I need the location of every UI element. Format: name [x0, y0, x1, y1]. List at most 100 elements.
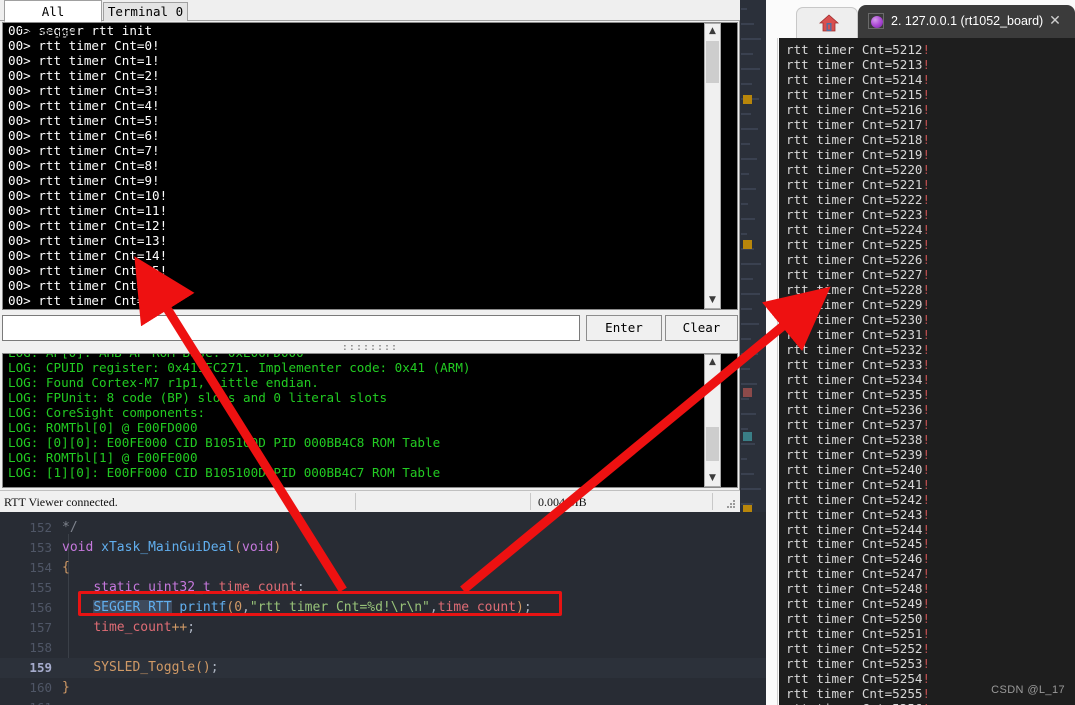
minimap-line [741, 38, 761, 40]
log-scroll-up-icon[interactable]: ▲ [705, 355, 720, 370]
tab-ssh-session[interactable]: 2. 127.0.0.1 (rt1052_board) ✕ [858, 5, 1075, 38]
enter-button[interactable]: Enter [586, 315, 662, 341]
ssh-sidebar[interactable] [766, 38, 778, 705]
log-line-list: LOG: AP[0]: AHB-AP ROM Base: 0xE00FD000L… [3, 354, 737, 480]
terminal-tabbar: All Terminals Terminal 0 [0, 0, 740, 40]
rtt-viewer-window: All Terminals Terminal 0 00> segger rtt … [0, 0, 740, 512]
minimap-line [741, 458, 747, 460]
line-number: 159 [29, 660, 52, 675]
minimap-line [741, 473, 754, 475]
terminal-line: 00> rtt timer Cnt=14! [8, 248, 168, 263]
code-line[interactable]: 157 time_count++; [0, 618, 766, 638]
ssh-terminal-line: rtt timer Cnt=5224! [786, 221, 931, 237]
ssh-terminal-line: rtt timer Cnt=5215! [786, 86, 931, 102]
code-text: */ [62, 520, 78, 535]
status-connection: RTT Viewer connected. [4, 495, 118, 509]
code-line[interactable]: 161 [0, 698, 766, 705]
terminal-line: 00> rtt timer Cnt=15! [8, 263, 168, 278]
close-icon[interactable]: ✕ [1047, 13, 1063, 29]
ssh-terminal-line: rtt timer Cnt=5216! [786, 101, 931, 117]
log-scroll-down-icon[interactable]: ▼ [705, 471, 720, 486]
minimap-line [741, 353, 758, 355]
ssh-terminal-line: rtt timer Cnt=5219! [786, 146, 931, 162]
ssh-terminal-line: rtt timer Cnt=5217! [786, 116, 931, 132]
tab-home[interactable] [796, 7, 858, 38]
ssh-terminal-line: rtt timer Cnt=5243! [786, 506, 931, 522]
ssh-titlebar: 2. 127.0.0.1 (rt1052_board) ✕ [766, 0, 1075, 38]
terminal-output[interactable]: 00> segger rtt init00> rtt timer Cnt=0! 0… [2, 22, 738, 310]
code-line[interactable]: 160} [0, 678, 766, 698]
tab-all-terminals[interactable]: All Terminals [4, 0, 102, 40]
line-number: 155 [29, 580, 52, 595]
ssh-terminal-line: rtt timer Cnt=5231! [786, 326, 931, 342]
tab-terminal-0[interactable]: Terminal 0 [103, 2, 188, 21]
minimap-line [741, 233, 747, 235]
scroll-down-icon[interactable]: ▼ [705, 293, 720, 308]
code-line[interactable]: 152 */ [0, 518, 766, 538]
panel-splitter-handle[interactable]: :::::::: [2, 343, 738, 353]
minimap-line [741, 218, 755, 220]
ssh-terminal-line: rtt timer Cnt=5218! [786, 131, 931, 147]
line-number: 153 [29, 540, 52, 555]
code-text: SYSLED_Toggle(); [93, 660, 219, 675]
ssh-line-list: rtt timer Cnt=5212! rtt timer Cnt=5213! rt… [779, 42, 1075, 705]
ssh-terminal-line: rtt timer Cnt=5228! [786, 281, 931, 297]
command-input[interactable] [2, 315, 580, 341]
minimap-line [741, 203, 748, 205]
log-line: LOG: Found Cortex-M7 r1p1, Little endian… [8, 375, 319, 390]
scroll-up-icon[interactable]: ▲ [705, 24, 720, 39]
line-number: 152 [29, 520, 52, 535]
ssh-terminal-line: rtt timer Cnt=5239! [786, 446, 931, 462]
code-text: { [62, 560, 70, 575]
terminal-line: 00> rtt timer Cnt=10! [8, 188, 168, 203]
ssh-terminal-line: rtt timer Cnt=5250! [786, 611, 931, 627]
line-number: 160 [29, 680, 52, 695]
log-scrollbar[interactable]: ▲ ▼ [704, 354, 721, 487]
ssh-terminal-line: rtt timer Cnt=5248! [786, 581, 931, 597]
terminal-line: 00> rtt timer Cnt=8! [8, 158, 160, 173]
minimap-line [741, 263, 761, 265]
terminal-line: 00> rtt timer Cnt=0! [8, 38, 160, 53]
ssh-terminal-line: rtt timer Cnt=5235! [786, 386, 931, 402]
terminal-scrollbar[interactable]: ▲ ▼ [704, 23, 721, 309]
ssh-terminal-line: rtt timer Cnt=5226! [786, 251, 931, 267]
minimap-marker [743, 240, 752, 249]
minimap-marker [743, 432, 752, 441]
ssh-terminal-output[interactable]: rtt timer Cnt=5212! rtt timer Cnt=5213! rt… [779, 38, 1075, 705]
terminal-line: 00> rtt timer Cnt=7! [8, 143, 160, 158]
log-output[interactable]: LOG: AP[0]: AHB-AP ROM Base: 0xE00FD000L… [2, 353, 738, 488]
terminal-line: 00> segger rtt init [8, 23, 153, 38]
watermark: CSDN @L_17 [991, 684, 1065, 696]
code-line[interactable]: 154 { [0, 558, 766, 578]
scroll-thumb[interactable] [706, 41, 719, 83]
minimap-line [741, 338, 751, 340]
ssh-terminal-line: rtt timer Cnt=5240! [786, 461, 931, 477]
log-scroll-thumb[interactable] [706, 427, 719, 461]
clear-button[interactable]: Clear [665, 315, 738, 341]
terminal-line: 00> rtt timer Cnt=16! [8, 278, 168, 293]
ssh-terminal-line: rtt timer Cnt=5223! [786, 206, 931, 222]
status-divider-1 [355, 493, 356, 510]
code-line[interactable]: 159 SYSLED_Toggle(); [0, 658, 766, 678]
resize-grip-icon[interactable] [727, 500, 737, 510]
minimap-line [741, 443, 755, 445]
code-text: void xTask_MainGuiDeal(void) [62, 540, 282, 555]
line-number: 156 [29, 600, 52, 615]
terminal-line: 00> rtt timer Cnt=6! [8, 128, 160, 143]
minimap-line [741, 368, 750, 370]
ssh-terminal-line: rtt timer Cnt=5232! [786, 341, 931, 357]
ssh-terminal-line: rtt timer Cnt=5246! [786, 551, 931, 567]
ssh-terminal-line: rtt timer Cnt=5238! [786, 431, 931, 447]
ssh-terminal-line: rtt timer Cnt=5241! [786, 476, 931, 492]
session-status-dot [871, 16, 883, 28]
code-line[interactable]: 153 void xTask_MainGuiDeal(void) [0, 538, 766, 558]
code-line[interactable]: 158 [0, 638, 766, 658]
minimap-line [741, 488, 761, 490]
minimap-marker [743, 388, 752, 397]
terminal-line: 00> rtt timer Cnt=5! [8, 113, 160, 128]
ssh-terminal-line: rtt timer Cnt=5253! [786, 656, 931, 672]
log-line: LOG: ROMTbl[0] @ E00FD000 [8, 420, 198, 435]
terminal-line: 00> rtt timer Cnt=12! [8, 218, 168, 233]
minimap-line [741, 428, 748, 430]
ssh-terminal-line: rtt timer Cnt=5227! [786, 266, 931, 282]
